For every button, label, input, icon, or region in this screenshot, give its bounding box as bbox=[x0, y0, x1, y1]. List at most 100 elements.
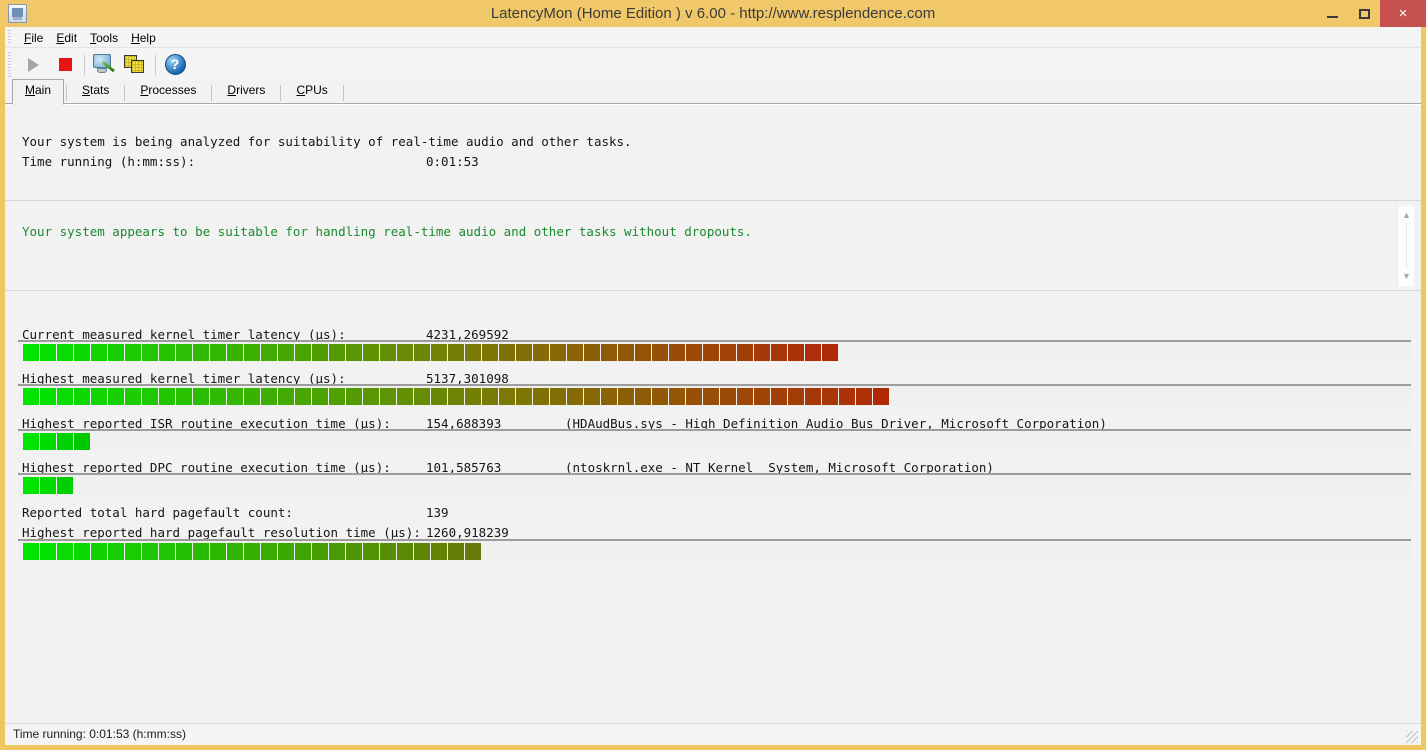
bar-segment bbox=[873, 388, 889, 405]
bar-segment bbox=[652, 388, 668, 405]
bar-segment bbox=[737, 344, 753, 361]
bar-segment bbox=[227, 388, 243, 405]
bar-segment bbox=[448, 388, 464, 405]
menu-grip-icon bbox=[8, 30, 11, 45]
bar-segment bbox=[23, 388, 39, 405]
bar-segment bbox=[108, 543, 124, 560]
bar-segment bbox=[278, 543, 294, 560]
app-document-icon bbox=[8, 4, 27, 23]
bar-segment bbox=[108, 388, 124, 405]
tab-cpus[interactable]: CPUs bbox=[283, 79, 340, 104]
bar-segment bbox=[380, 388, 396, 405]
bar-segment bbox=[210, 543, 226, 560]
bar-segment bbox=[686, 388, 702, 405]
bar-segment bbox=[244, 344, 260, 361]
bar-segment bbox=[431, 388, 447, 405]
bar-segment bbox=[40, 433, 56, 450]
menu-tools[interactable]: Tools bbox=[84, 29, 125, 47]
devices-button[interactable] bbox=[120, 50, 152, 80]
bar-segment bbox=[380, 543, 396, 560]
bar-segment bbox=[669, 388, 685, 405]
bar-segment bbox=[448, 543, 464, 560]
bar-segment bbox=[57, 543, 73, 560]
status-bar: Time running: 0:01:53 (h:mm:ss) bbox=[5, 723, 1421, 745]
bar-segment bbox=[397, 543, 413, 560]
bar-segment bbox=[822, 344, 838, 361]
menu-help[interactable]: Help bbox=[125, 29, 163, 47]
bar-segment bbox=[737, 388, 753, 405]
time-running-label: Time running (h:mm:ss): bbox=[22, 154, 196, 169]
reported-hard-pagefault-count-value: 139 bbox=[426, 505, 449, 520]
tab-drivers[interactable]: Drivers bbox=[214, 79, 278, 104]
bar-segment bbox=[669, 344, 685, 361]
bar-segment bbox=[788, 344, 804, 361]
bar-segment bbox=[771, 388, 787, 405]
tab-strip: Main Stats Processes Drivers CPUs bbox=[5, 79, 1421, 105]
title-bar[interactable]: LatencyMon (Home Edition ) v 6.00 - http… bbox=[0, 0, 1426, 27]
bar-segment bbox=[805, 344, 821, 361]
menu-bar: File Edit Tools Help bbox=[5, 27, 1421, 48]
bar-segment bbox=[703, 344, 719, 361]
bar-segment bbox=[125, 344, 141, 361]
bar-segment bbox=[329, 344, 345, 361]
bar-segment bbox=[193, 344, 209, 361]
bar-segment bbox=[822, 388, 838, 405]
bar-segment bbox=[159, 344, 175, 361]
minimize-button[interactable] bbox=[1316, 0, 1348, 27]
bar-segment bbox=[465, 543, 481, 560]
bar-segment bbox=[363, 543, 379, 560]
verdict-text: Your system appears to be suitable for h… bbox=[22, 224, 752, 239]
reported-hard-pagefault-count-label: Reported total hard pagefault count: bbox=[22, 505, 293, 520]
bar-segment bbox=[74, 388, 90, 405]
tab-stats[interactable]: Stats bbox=[69, 79, 122, 104]
resize-grip-icon[interactable] bbox=[1406, 731, 1418, 743]
bar-segment bbox=[57, 344, 73, 361]
bar-segment bbox=[227, 543, 243, 560]
tab-main[interactable]: Main bbox=[12, 79, 65, 105]
scroll-up-icon[interactable]: ▲ bbox=[1398, 208, 1415, 223]
client-area: File Edit Tools Help ? Main Stats Proces… bbox=[5, 27, 1421, 745]
bar-segment bbox=[159, 388, 175, 405]
bar-segment bbox=[142, 344, 158, 361]
bar-segment bbox=[176, 543, 192, 560]
bar-segment bbox=[193, 388, 209, 405]
bar-segment bbox=[23, 543, 39, 560]
bar-segment bbox=[57, 433, 73, 450]
verdict-scrollbar[interactable]: ▲ ▼ bbox=[1397, 206, 1414, 286]
scrollbar-track[interactable] bbox=[1406, 223, 1407, 269]
toolbar-separator bbox=[155, 54, 156, 75]
toolbar: ? bbox=[5, 48, 1421, 81]
system-info-button[interactable] bbox=[88, 50, 120, 80]
bar-segment bbox=[618, 388, 634, 405]
tab-divider bbox=[342, 85, 344, 101]
scroll-down-icon[interactable]: ▼ bbox=[1398, 269, 1415, 284]
close-button[interactable]: × bbox=[1380, 0, 1426, 27]
monitor-wand-icon bbox=[92, 53, 116, 76]
maximize-button[interactable] bbox=[1348, 0, 1380, 27]
bar-segment bbox=[312, 344, 328, 361]
bar-segment bbox=[210, 388, 226, 405]
bar-segment bbox=[74, 433, 90, 450]
stop-monitoring-button[interactable] bbox=[49, 50, 81, 80]
bar-segment bbox=[635, 344, 651, 361]
time-running-value: 0:01:53 bbox=[426, 154, 479, 169]
tab-processes[interactable]: Processes bbox=[127, 79, 209, 104]
menu-edit[interactable]: Edit bbox=[50, 29, 84, 47]
bar-segment bbox=[312, 543, 328, 560]
verdict-section: Your system appears to be suitable for h… bbox=[5, 202, 1421, 291]
bar-segment bbox=[244, 388, 260, 405]
menu-file[interactable]: File bbox=[18, 29, 50, 47]
bar-segment bbox=[533, 388, 549, 405]
start-monitoring-button[interactable] bbox=[17, 50, 49, 80]
bar-segment bbox=[159, 543, 175, 560]
bar-segment bbox=[380, 344, 396, 361]
toolbar-grip-icon bbox=[8, 52, 11, 77]
analysis-status-text: Your system is being analyzed for suitab… bbox=[22, 134, 632, 149]
bar-segment bbox=[176, 344, 192, 361]
tab-divider bbox=[280, 85, 282, 101]
bar-segment bbox=[210, 344, 226, 361]
bar-segment bbox=[584, 344, 600, 361]
highest-kernel-timer-latency-bar bbox=[18, 384, 1411, 406]
highest-hard-pagefault-resolution-time-value: 1260,918239 bbox=[426, 525, 509, 540]
help-button[interactable]: ? bbox=[159, 50, 191, 80]
